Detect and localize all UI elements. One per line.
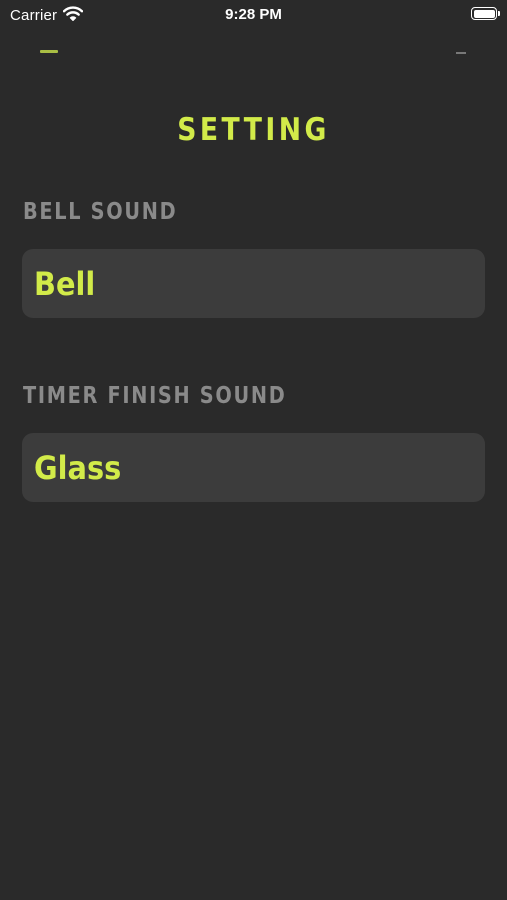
battery-icon <box>471 7 500 20</box>
nav-action-fragment[interactable] <box>456 52 466 54</box>
status-bar: Carrier 9:28 PM <box>0 0 507 32</box>
timer-finish-sound-value: Glass <box>34 448 122 487</box>
timer-finish-sound-label: TIMER FINISH SOUND <box>23 383 287 409</box>
bell-sound-label: BELL SOUND <box>23 199 178 225</box>
battery-level <box>473 9 495 18</box>
status-time: 9:28 PM <box>225 6 282 23</box>
nav-back-fragment[interactable] <box>40 50 58 53</box>
bell-sound-field[interactable]: Bell <box>22 249 485 318</box>
battery-nub <box>498 11 500 16</box>
bell-sound-value: Bell <box>34 264 96 303</box>
page-title: SETTING <box>177 112 330 148</box>
timer-finish-sound-field[interactable]: Glass <box>22 433 485 502</box>
